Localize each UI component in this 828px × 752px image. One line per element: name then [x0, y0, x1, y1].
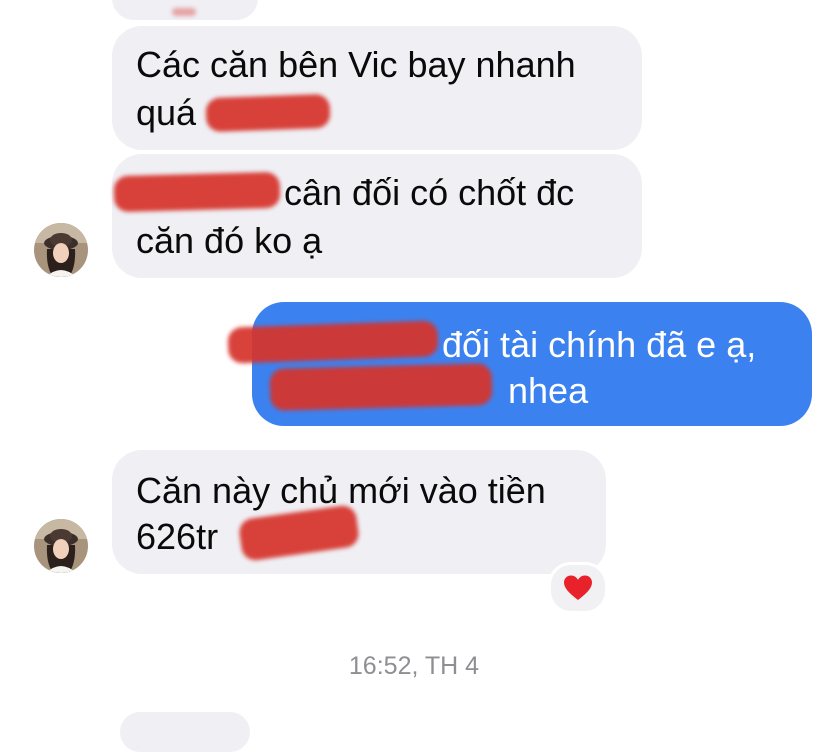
redaction-mark: [113, 171, 281, 213]
message-text-line-1: cân đối có chốt đc: [284, 172, 575, 213]
timestamp-divider: 16:52, TH 4: [348, 652, 480, 680]
heart-icon: [564, 575, 592, 600]
message-text-line-1: Các căn bên Vic bay nhanh: [136, 44, 576, 85]
message-text-line-1: đối tài chính đã e ạ,: [442, 324, 757, 365]
message-bubble-incoming[interactable]: cân đối có chốt đc căn đó ko ạ: [112, 154, 642, 278]
message-bubble-incoming[interactable]: Căn này chủ mới vào tiền 626tr: [112, 450, 606, 574]
redaction-mark: [227, 320, 439, 364]
message-text-line-2: 626tr: [136, 516, 219, 557]
redaction-mark: [172, 8, 196, 16]
message-bubble-partial-top[interactable]: [112, 0, 258, 20]
redaction-mark: [269, 363, 493, 411]
avatar-photo-icon: [34, 519, 88, 573]
contact-avatar[interactable]: [34, 519, 88, 573]
message-text-line-2: nhea: [508, 370, 589, 411]
message-bubble-partial-bottom[interactable]: [120, 712, 250, 752]
message-text-line-2: quá: [136, 92, 197, 133]
redaction-mark: [205, 93, 331, 133]
contact-avatar[interactable]: [34, 223, 88, 277]
message-bubble-outgoing[interactable]: đối tài chính đã e ạ, nhea: [227, 302, 812, 426]
message-text-line-2: căn đó ko ạ: [136, 220, 323, 261]
heart-reaction[interactable]: [548, 562, 608, 614]
avatar-photo-icon: [34, 223, 88, 277]
message-bubble-incoming[interactable]: Các căn bên Vic bay nhanh quá: [112, 26, 642, 150]
